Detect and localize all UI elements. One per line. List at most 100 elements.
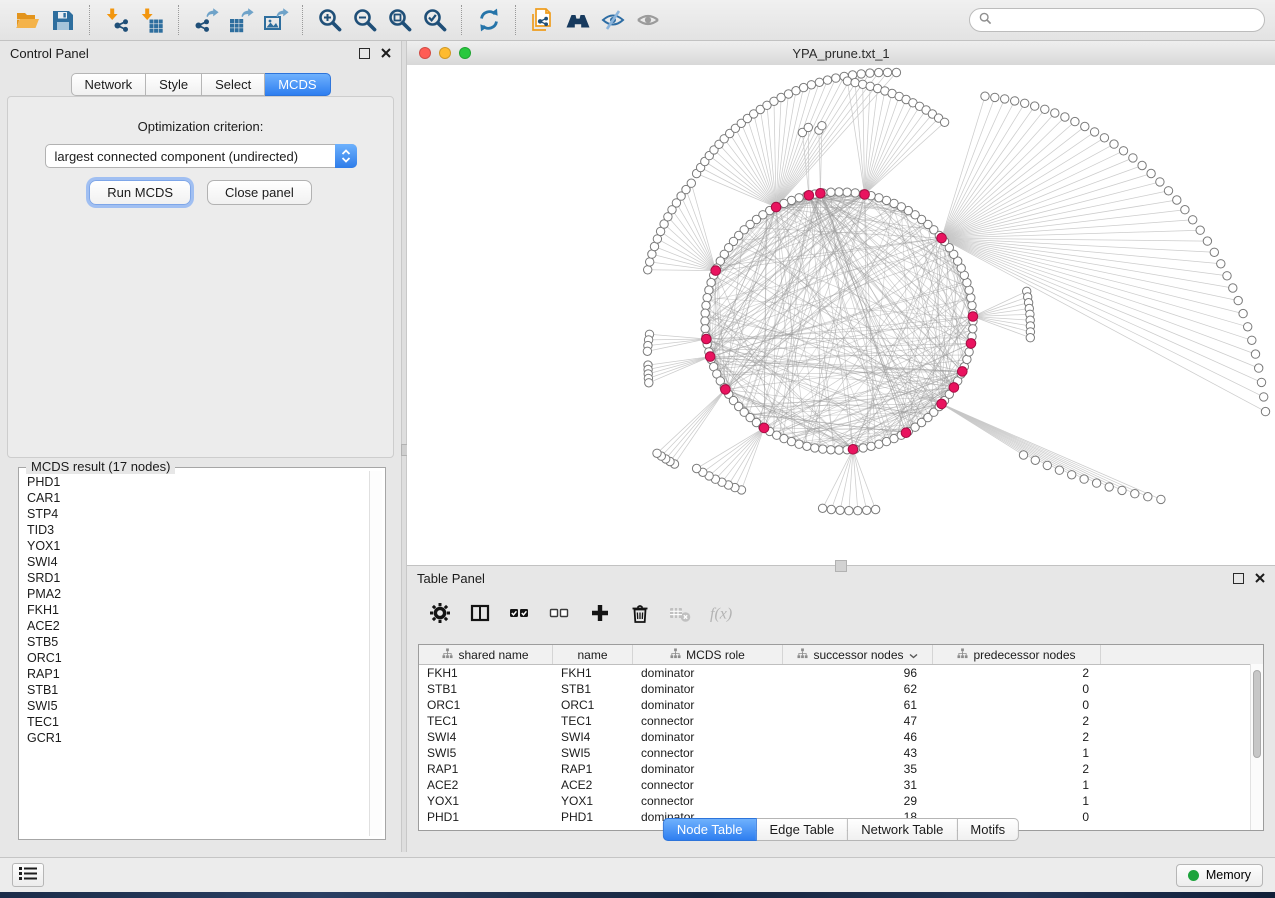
hide-details-icon[interactable] [597, 5, 628, 36]
select-all-columns-icon[interactable] [509, 602, 531, 624]
zoom-selected-icon[interactable] [419, 5, 450, 36]
network-canvas[interactable] [407, 65, 1275, 565]
criterion-dropdown[interactable]: largest connected component (undirected) [45, 144, 357, 168]
export-image-icon[interactable] [260, 5, 291, 36]
application-window: Control Panel NetworkStyleSelectMCDS Opt… [0, 0, 1275, 898]
network-title: YPA_prune.txt_1 [792, 46, 889, 61]
tab-select[interactable]: Select [202, 73, 265, 96]
mcds-tab-panel: Optimization criterion: largest connecte… [7, 96, 394, 458]
refresh-icon[interactable] [473, 5, 504, 36]
zoom-window-icon[interactable] [459, 47, 471, 59]
close-table-panel-icon[interactable] [1255, 573, 1265, 583]
mcds-result-item[interactable]: STB1 [27, 682, 367, 698]
table-row[interactable]: TEC1 TEC1 connector 47 2 [419, 713, 1263, 729]
duplicate-network-icon[interactable] [527, 5, 558, 36]
unselect-all-columns-icon[interactable] [549, 602, 571, 624]
mcds-result-box: MCDS result (17 nodes) PHD1CAR1STP4TID3Y… [18, 467, 386, 840]
window-controls [419, 47, 471, 59]
table-row[interactable]: SWI4 SWI4 dominator 46 2 [419, 729, 1263, 745]
close-panel-icon[interactable] [381, 48, 391, 58]
columns-icon[interactable] [469, 602, 491, 624]
mcds-result-list: PHD1CAR1STP4TID3YOX1SWI4SRD1PMA2FKH1ACE2… [23, 474, 367, 835]
mcds-result-item[interactable]: PHD1 [27, 474, 367, 490]
criterion-value: largest connected component (undirected) [46, 149, 299, 164]
add-icon[interactable] [589, 602, 611, 624]
mcds-result-item[interactable]: CAR1 [27, 490, 367, 506]
mcds-result-item[interactable]: STP4 [27, 506, 367, 522]
table-row[interactable]: ACE2 ACE2 connector 31 1 [419, 777, 1263, 793]
status-bar: Memory [0, 857, 1275, 892]
control-panel-tabs: NetworkStyleSelectMCDS [70, 73, 330, 96]
gear-icon[interactable] [429, 602, 451, 624]
control-panel-titlebar: Control Panel [0, 41, 401, 65]
mcds-result-item[interactable]: SWI4 [27, 554, 367, 570]
app-chrome: Control Panel NetworkStyleSelectMCDS Opt… [0, 0, 1275, 892]
minimize-window-icon[interactable] [439, 47, 451, 59]
memory-button[interactable]: Memory [1176, 864, 1263, 887]
tab-mcds[interactable]: MCDS [265, 73, 330, 96]
column-header-predecessor-nodes[interactable]: predecessor nodes [933, 645, 1101, 664]
export-network-icon[interactable] [190, 5, 221, 36]
float-table-panel-icon[interactable] [1233, 573, 1244, 584]
network-titlebar[interactable]: YPA_prune.txt_1 [407, 41, 1275, 66]
mcds-result-item[interactable]: FKH1 [27, 602, 367, 618]
show-details-icon[interactable] [632, 5, 663, 36]
tab-motifs[interactable]: Motifs [957, 818, 1019, 841]
run-mcds-button[interactable]: Run MCDS [89, 180, 191, 205]
tab-edge-table[interactable]: Edge Table [756, 818, 848, 841]
tab-network-table[interactable]: Network Table [848, 818, 957, 841]
table-row[interactable]: RAP1 RAP1 dominator 35 2 [419, 761, 1263, 777]
delete-icon[interactable] [629, 602, 651, 624]
hierarchy-icon [797, 648, 808, 662]
column-header-shared-name[interactable]: shared name [419, 645, 553, 664]
save-icon[interactable] [47, 5, 78, 36]
import-network-icon[interactable] [101, 5, 132, 36]
mcds-result-item[interactable]: TEC1 [27, 714, 367, 730]
column-header-successor-nodes[interactable]: successor nodes [783, 645, 933, 664]
mcds-result-item[interactable]: SRD1 [27, 570, 367, 586]
network-graph [407, 65, 1275, 565]
table-row[interactable]: STB1 STB1 dominator 62 0 [419, 681, 1263, 697]
memory-status-icon [1188, 870, 1199, 881]
result-scrollbar[interactable] [369, 471, 382, 836]
mcds-result-item[interactable]: PMA2 [27, 586, 367, 602]
close-window-icon[interactable] [419, 47, 431, 59]
mcds-result-item[interactable]: RAP1 [27, 666, 367, 682]
tab-node-table[interactable]: Node Table [663, 818, 757, 841]
control-panel: Control Panel NetworkStyleSelectMCDS Opt… [0, 41, 401, 852]
mcds-result-item[interactable]: ORC1 [27, 650, 367, 666]
table-tabs: Node TableEdge TableNetwork TableMotifs [663, 818, 1019, 841]
tab-network[interactable]: Network [70, 73, 146, 96]
column-header-mcds-role[interactable]: MCDS role [633, 645, 783, 664]
import-table-icon[interactable] [136, 5, 167, 36]
zoom-in-icon[interactable] [314, 5, 345, 36]
table-toolbar: f(x) [419, 594, 1263, 632]
table-row[interactable]: FKH1 FKH1 dominator 96 2 [419, 665, 1263, 681]
desktop-wallpaper [0, 892, 1275, 898]
table-row[interactable]: SWI5 SWI5 connector 43 1 [419, 745, 1263, 761]
zoom-out-icon[interactable] [349, 5, 380, 36]
column-header-name[interactable]: name [553, 645, 633, 664]
mcds-result-item[interactable]: ACE2 [27, 618, 367, 634]
zoom-fit-icon[interactable] [384, 5, 415, 36]
mcds-result-title: MCDS result (17 nodes) [26, 459, 175, 474]
tab-style[interactable]: Style [146, 73, 202, 96]
open-file-icon[interactable] [12, 5, 43, 36]
table-scrollbar-thumb[interactable] [1253, 670, 1261, 758]
table-row[interactable]: YOX1 YOX1 connector 29 1 [419, 793, 1263, 809]
table-row[interactable]: ORC1 ORC1 dominator 61 0 [419, 697, 1263, 713]
close-panel-button[interactable]: Close panel [207, 180, 312, 205]
mcds-result-item[interactable]: SWI5 [27, 698, 367, 714]
search-network-icon[interactable] [562, 5, 593, 36]
mcds-result-item[interactable]: TID3 [27, 522, 367, 538]
float-panel-icon[interactable] [359, 48, 370, 59]
table-scrollbar[interactable] [1250, 664, 1263, 830]
search-input[interactable] [997, 12, 1255, 29]
search-icon [979, 12, 992, 28]
mcds-result-item[interactable]: STB5 [27, 634, 367, 650]
mcds-result-item[interactable]: YOX1 [27, 538, 367, 554]
toolbar-icons [10, 5, 665, 36]
export-table-icon[interactable] [225, 5, 256, 36]
show-panels-button[interactable] [12, 863, 44, 887]
mcds-result-item[interactable]: GCR1 [27, 730, 367, 746]
